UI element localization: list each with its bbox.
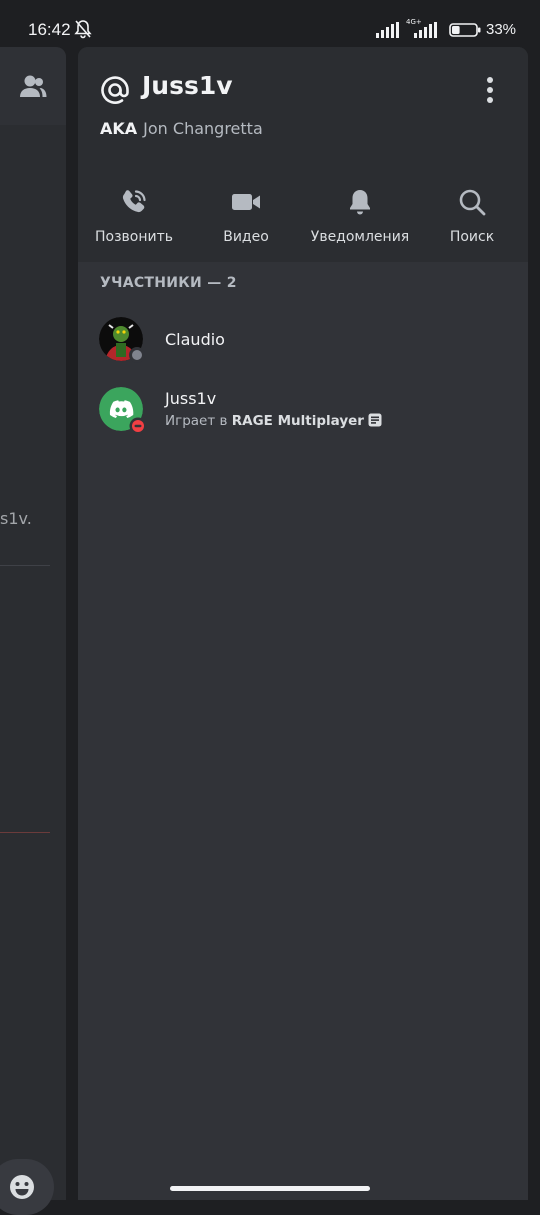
aka-label: AKA [100, 119, 138, 138]
video-label: Видео [223, 229, 269, 245]
divider [0, 565, 50, 566]
members-section-header: УЧАСТНИКИ — 2 [100, 275, 237, 291]
notifications-button[interactable]: Уведомления [305, 187, 415, 257]
signal-icon [414, 22, 437, 38]
member-row-claudio[interactable]: Claudio [78, 309, 528, 373]
emoji-icon [10, 1175, 34, 1199]
member-name: Juss1v [165, 389, 217, 408]
search-label: Поиск [449, 229, 495, 245]
member-row-juss1v[interactable]: Juss1v Играет в RAGE Multiplayer [78, 383, 528, 447]
bell-off-icon [74, 20, 92, 39]
aka-name: Jon Changretta [143, 119, 263, 138]
dm-header: Juss1v AKA Jon Changretta Позвонить Виде… [78, 47, 528, 262]
activity-prefix: Играет в [165, 413, 228, 429]
bell-icon [350, 190, 370, 215]
battery-icon [449, 23, 481, 37]
search-button[interactable]: Поиск [417, 187, 527, 257]
rich-presence-icon [368, 413, 382, 427]
background-message-fragment: s1v. [0, 509, 32, 528]
video-button[interactable]: Видео [191, 187, 301, 257]
activity-name: RAGE Multiplayer [231, 413, 364, 429]
more-vertical-icon[interactable] [482, 75, 498, 105]
home-indicator[interactable] [170, 1186, 370, 1191]
call-button[interactable]: Позвонить [79, 187, 189, 257]
aka-line: AKA Jon Changretta [100, 119, 263, 138]
action-bar: Позвонить Видео Уведомления Поиск [78, 187, 528, 257]
dm-details-drawer: Juss1v AKA Jon Changretta Позвонить Виде… [78, 47, 528, 1200]
divider [0, 832, 50, 833]
battery-percent: 33% [486, 21, 517, 38]
video-camera-icon [232, 194, 260, 210]
phone-call-icon [122, 190, 146, 213]
emoji-button[interactable] [0, 1159, 54, 1215]
status-indicator-offline [129, 347, 145, 363]
member-activity: Играет в RAGE Multiplayer [165, 413, 382, 429]
member-name: Claudio [165, 330, 225, 349]
signal-icon [376, 22, 399, 38]
background-channel-panel[interactable]: s1v. [0, 47, 66, 1215]
notifications-label: Уведомления [310, 229, 410, 245]
status-time: 16:42 [28, 20, 71, 39]
call-label: Позвонить [94, 229, 173, 245]
background-header [0, 47, 66, 125]
search-icon [459, 189, 486, 216]
dm-username: Juss1v [142, 71, 233, 100]
at-icon [101, 76, 129, 104]
members-icon[interactable] [18, 73, 48, 99]
status-indicator-dnd [129, 417, 147, 435]
